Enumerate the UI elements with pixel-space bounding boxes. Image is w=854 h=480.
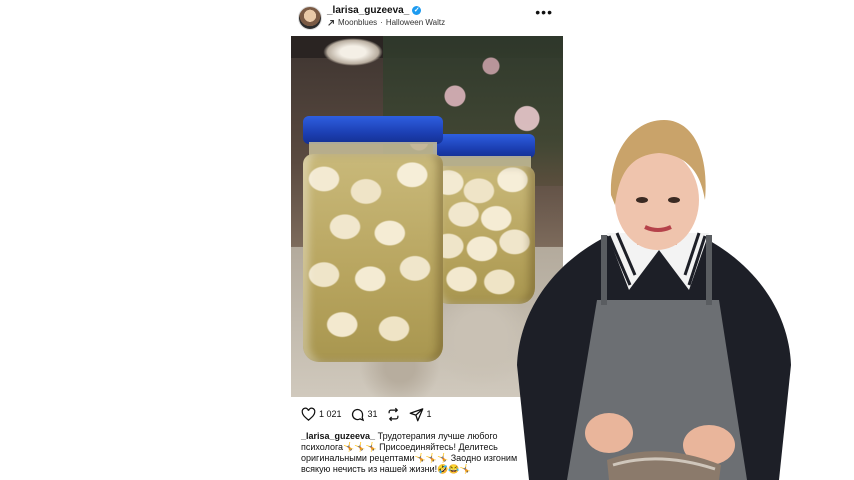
avatar[interactable] <box>298 6 322 30</box>
share-button[interactable]: 1 <box>409 407 432 422</box>
music-artist: Moonblues <box>338 18 378 27</box>
comment-count: 31 <box>367 409 378 419</box>
more-dots-icon[interactable]: ••• <box>535 5 553 19</box>
post-caption: _larisa_guzeeva_ Трудотерапия лучше любо… <box>301 431 541 475</box>
like-button[interactable]: 1 021 <box>301 407 342 422</box>
jar-front <box>303 116 443 362</box>
post-username[interactable]: _larisa_guzeeva_ ✓ <box>327 5 422 16</box>
comment-button[interactable]: 31 <box>350 407 378 422</box>
music-line[interactable]: Moonblues · Halloween Waltz <box>327 18 445 27</box>
caption-username[interactable]: _larisa_guzeeva_ <box>301 431 375 441</box>
like-count: 1 021 <box>319 409 342 419</box>
host-overlay-person <box>509 115 799 480</box>
heart-icon <box>301 407 316 421</box>
send-icon <box>409 407 423 421</box>
comment-icon <box>351 408 364 421</box>
music-separator: · <box>380 18 383 27</box>
chandelier <box>323 38 383 66</box>
repost-icon <box>388 407 399 421</box>
username-text[interactable]: _larisa_guzeeva_ <box>327 5 409 16</box>
arrow-up-right-icon <box>328 19 334 26</box>
jar-lid <box>303 116 443 144</box>
music-title: Halloween Waltz <box>385 18 446 27</box>
repost-button[interactable] <box>386 407 401 422</box>
host-illustration <box>517 120 791 480</box>
post-header: _larisa_guzeeva_ ✓ Moonblues · Halloween… <box>291 0 563 36</box>
share-count: 1 <box>426 409 432 419</box>
verified-icon: ✓ <box>412 6 422 15</box>
jar-body <box>303 154 443 362</box>
